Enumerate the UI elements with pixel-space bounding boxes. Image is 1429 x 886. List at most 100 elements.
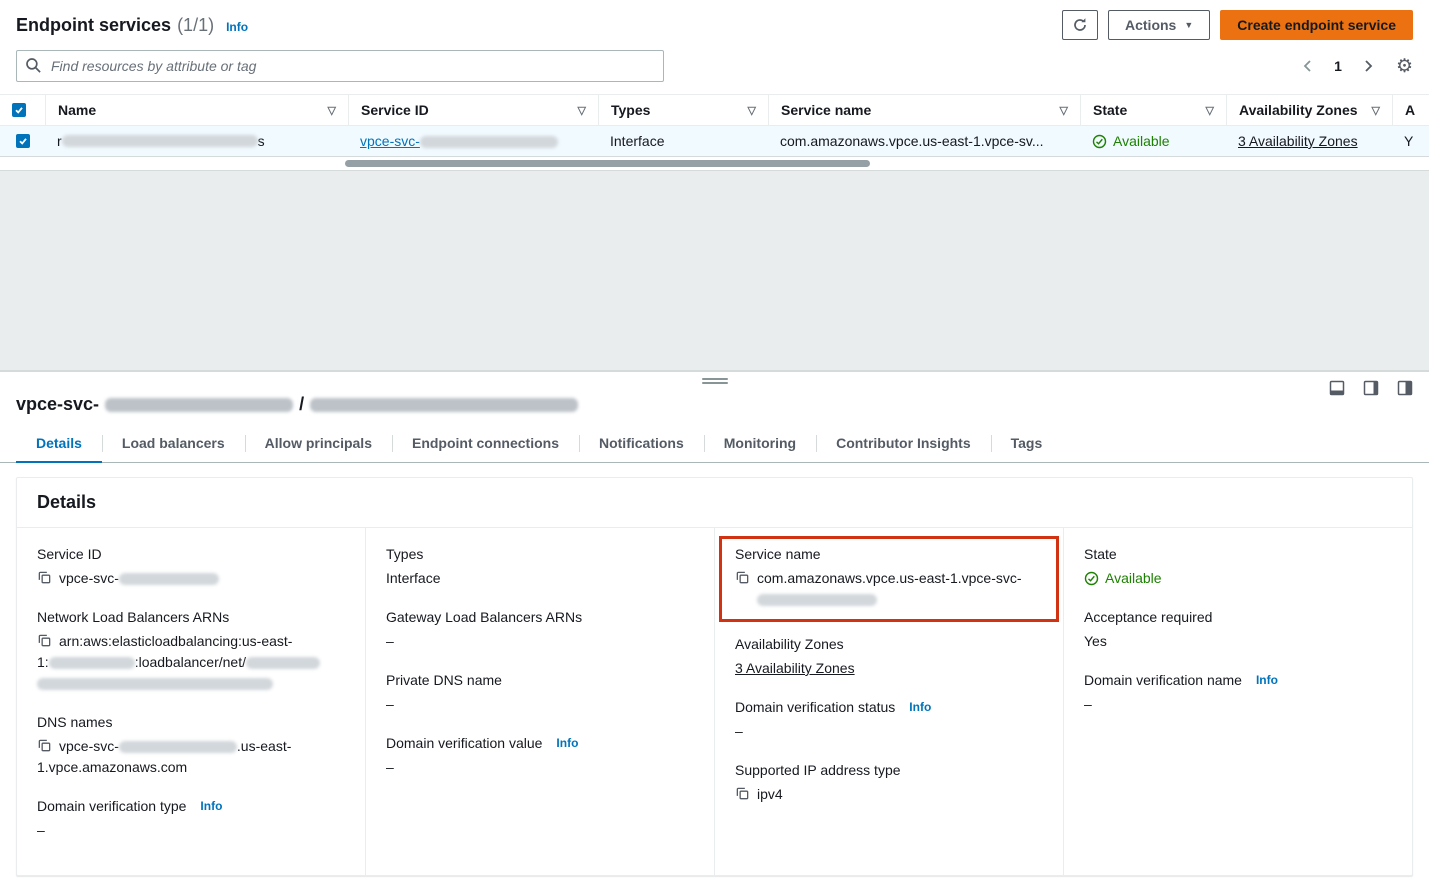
previous-page-icon[interactable]: [1302, 59, 1314, 73]
name-text: r: [57, 133, 62, 149]
tab-contributor-insights[interactable]: Contributor Insights: [816, 425, 991, 462]
field-value: Interface: [386, 568, 440, 589]
info-link[interactable]: Info: [1256, 673, 1278, 687]
actions-dropdown-button[interactable]: Actions ▼: [1108, 10, 1210, 40]
tab-allow-principals[interactable]: Allow principals: [245, 425, 392, 462]
tab-details[interactable]: Details: [16, 425, 102, 463]
detail-title-prefix: vpce-svc-: [16, 394, 99, 415]
redacted-service-name-suffix: [757, 594, 877, 606]
field-label: Types: [386, 546, 423, 562]
redacted-name: [62, 135, 258, 147]
filter-icon[interactable]: ▽: [578, 104, 586, 117]
filter-icon[interactable]: ▽: [1060, 104, 1068, 117]
column-header-service-name[interactable]: Service name ▽: [768, 95, 1080, 125]
info-link[interactable]: Info: [909, 700, 931, 714]
panel-position-side-button[interactable]: [1363, 380, 1379, 399]
field-value: –: [735, 721, 743, 742]
availability-zones-link[interactable]: 3 Availability Zones: [1238, 133, 1358, 149]
empty-background: [0, 171, 1429, 370]
dns-line2: 1.vpce.amazonaws.com: [37, 757, 345, 778]
state-text: Available: [1113, 133, 1170, 149]
search-box: [16, 50, 664, 82]
tab-endpoint-connections[interactable]: Endpoint connections: [392, 425, 579, 462]
panel-position-wide-button[interactable]: [1397, 380, 1413, 399]
column-header-name[interactable]: Name ▽: [45, 95, 348, 125]
table-row[interactable]: r s vpce-svc- Interface com.amazonaws.vp…: [0, 126, 1429, 157]
copy-icon[interactable]: [37, 633, 52, 648]
table-settings-gear-icon[interactable]: ⚙: [1396, 57, 1413, 76]
info-link[interactable]: Info: [556, 736, 578, 750]
redacted-service-id: [420, 136, 558, 148]
service-id-link[interactable]: vpce-svc-: [360, 133, 558, 149]
state-badge: Available: [1092, 133, 1170, 149]
panel-position-wide-icon: [1397, 380, 1413, 396]
cell-service-id: vpce-svc-: [348, 126, 598, 156]
horizontal-scrollbar: [0, 157, 1429, 170]
horizontal-scrollbar-thumb[interactable]: [345, 160, 870, 167]
copy-icon[interactable]: [735, 570, 750, 585]
check-circle-icon: [1092, 134, 1107, 149]
copy-icon[interactable]: [37, 738, 52, 753]
refresh-button[interactable]: [1062, 10, 1098, 40]
service-name-line2: [757, 589, 1043, 610]
field-label: State: [1084, 546, 1117, 562]
column-header-label: State: [1093, 102, 1127, 118]
panel-position-bottom-button[interactable]: [1329, 380, 1345, 399]
column-header-availability-zones[interactable]: Availability Zones ▽: [1226, 95, 1392, 125]
page-title: Endpoint services (1/1) Info: [16, 15, 248, 36]
details-card: Details Service ID vpce-svc- N: [16, 477, 1413, 876]
tab-load-balancers[interactable]: Load balancers: [102, 425, 245, 462]
cell-availability-zones: 3 Availability Zones: [1226, 126, 1392, 156]
column-header-state[interactable]: State ▽: [1080, 95, 1226, 125]
details-column-1: Service ID vpce-svc- Network Load Balanc…: [17, 528, 365, 875]
filter-icon[interactable]: ▽: [328, 104, 336, 117]
column-header-service-id[interactable]: Service ID ▽: [348, 95, 598, 125]
header-toolbar: Endpoint services (1/1) Info Actions ▼ C…: [0, 0, 1429, 46]
filter-icon[interactable]: ▽: [1372, 104, 1380, 117]
field-label: Domain verification status: [735, 699, 895, 715]
details-card-heading: Details: [17, 478, 1412, 528]
field-supported-ip-address-type: Supported IP address type ipv4: [735, 762, 1043, 805]
availability-zones-link[interactable]: 3 Availability Zones: [735, 658, 855, 679]
details-column-2: Types Interface Gateway Load Balancers A…: [365, 528, 714, 875]
column-header-acceptance[interactable]: A: [1392, 95, 1429, 125]
field-domain-verification-name: Domain verification name Info –: [1084, 672, 1392, 715]
redacted-dns: [119, 741, 237, 753]
next-page-icon[interactable]: [1362, 59, 1374, 73]
copy-icon[interactable]: [735, 786, 750, 801]
copy-icon[interactable]: [37, 570, 52, 585]
name-text-suffix: s: [258, 133, 265, 149]
create-endpoint-service-button[interactable]: Create endpoint service: [1220, 10, 1413, 40]
filter-icon[interactable]: ▽: [1206, 104, 1214, 117]
current-page[interactable]: 1: [1328, 56, 1348, 76]
tab-tags[interactable]: Tags: [991, 425, 1063, 462]
select-all-checkbox[interactable]: [12, 103, 26, 117]
field-domain-verification-status: Domain verification status Info –: [735, 699, 1043, 742]
column-header-types[interactable]: Types ▽: [598, 95, 768, 125]
field-service-name: Service name com.amazonaws.vpce.us-east-…: [735, 546, 1043, 610]
field-value: com.amazonaws.vpce.us-east-1.vpce-svc-: [757, 568, 1022, 589]
tab-monitoring[interactable]: Monitoring: [704, 425, 816, 462]
column-header-label: Types: [611, 102, 650, 118]
panel-resize-handle[interactable]: [702, 376, 728, 386]
endpoint-services-page: Endpoint services (1/1) Info Actions ▼ C…: [0, 0, 1429, 886]
field-label: Network Load Balancers ARNs: [37, 609, 229, 625]
search-icon: [25, 57, 42, 77]
filter-icon[interactable]: ▽: [748, 104, 756, 117]
endpoint-services-table: Name ▽ Service ID ▽ Types ▽ Service name…: [0, 94, 1429, 170]
redacted-title-id: [105, 398, 293, 412]
field-domain-verification-value: Domain verification value Info –: [386, 735, 694, 778]
header-actions: Actions ▼ Create endpoint service: [1062, 10, 1413, 40]
column-header-label: Service name: [781, 102, 871, 118]
field-value: vpce-svc-: [59, 568, 219, 589]
tab-notifications[interactable]: Notifications: [579, 425, 704, 462]
panel-position-bottom-icon: [1329, 380, 1345, 396]
column-header-label: Name: [58, 102, 96, 118]
info-link[interactable]: Info: [200, 799, 222, 813]
title-separator: /: [299, 394, 304, 415]
title-info-link[interactable]: Info: [226, 20, 248, 34]
field-value: –: [1084, 694, 1092, 715]
row-checkbox[interactable]: [16, 134, 30, 148]
search-input[interactable]: [16, 50, 664, 82]
row-select-cell: [0, 126, 45, 156]
